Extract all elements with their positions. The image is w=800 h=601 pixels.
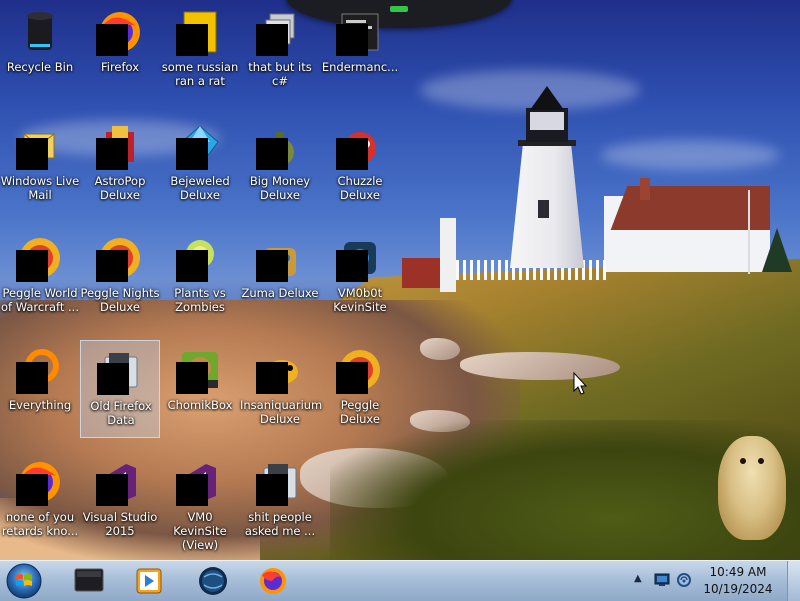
redaction-block	[176, 362, 208, 394]
hamster-sticker	[718, 436, 786, 540]
wallpaper-rock	[420, 338, 460, 360]
desktop-icon[interactable]: that but its c#	[240, 2, 320, 100]
redaction-block	[96, 24, 128, 56]
desktop-icon-label: Chuzzle Deluxe	[337, 174, 383, 202]
redaction-block	[16, 138, 48, 170]
redaction-block	[176, 250, 208, 282]
desktop-icon-label: Insaniquarium Deluxe	[240, 398, 323, 426]
desktop-icon-label: AstroPop Deluxe	[94, 174, 146, 202]
wallpaper-cloud	[420, 70, 640, 110]
clock-date[interactable]: 10/19/2024	[698, 582, 778, 596]
redaction-block	[16, 474, 48, 506]
desktop-icon[interactable]: Peggle Deluxe	[320, 340, 400, 438]
desktop-icon[interactable]: Bejeweled Deluxe	[160, 116, 240, 214]
desktop-icon-label: some russian ran a rat	[161, 60, 239, 88]
redaction-block	[336, 250, 368, 282]
redaction-block	[256, 138, 288, 170]
desktop-icon-label: Zuma Deluxe	[241, 286, 319, 300]
chevron-up-icon[interactable]: ▲	[634, 573, 642, 584]
desktop-icon[interactable]: Plants vs Zombies	[160, 228, 240, 326]
desktop-icon[interactable]: Peggle Nights Deluxe	[80, 228, 160, 326]
redaction-block	[256, 362, 288, 394]
redaction-block	[96, 250, 128, 282]
desktop-icon-label: Peggle Deluxe	[340, 398, 380, 426]
desktop-icon[interactable]: shit people asked me ...	[240, 452, 320, 550]
desktop-icon-label: Endermanc...	[321, 60, 399, 74]
lighthouse-window	[538, 200, 549, 218]
wallpaper-roof	[610, 186, 770, 230]
redaction-block	[256, 250, 288, 282]
desktop-icon-label: Big Money Deluxe	[249, 174, 311, 202]
redaction-block	[256, 474, 288, 506]
desktop-icon[interactable]: Chuzzle Deluxe	[320, 116, 400, 214]
desktop-icon[interactable]: Everything	[0, 340, 80, 438]
media-player-icon[interactable]	[122, 563, 176, 599]
desktop-icon[interactable]: Peggle World of Warcraft ...	[0, 228, 80, 326]
desktop-icon-label: that but its c#	[248, 60, 312, 88]
firefox-icon[interactable]	[246, 563, 300, 599]
desktop-icon[interactable]: VM0 KevinSite (View)	[160, 452, 240, 552]
show-desktop-button[interactable]	[787, 561, 800, 601]
desktop-icon-label: Windows Live Mail	[0, 174, 80, 202]
desktop-icon-label: Visual Studio 2015	[82, 510, 158, 538]
desktop-icon[interactable]: VM0b0t KevinSite	[320, 228, 400, 326]
redaction-block	[176, 24, 208, 56]
windows-start-orb-icon[interactable]	[4, 562, 44, 600]
lighthouse-glass	[530, 112, 564, 130]
redaction-block	[336, 24, 368, 56]
desktop-icon[interactable]: esome russian ran a rat	[160, 2, 240, 100]
desktop-icon-label: Plants vs Zombies	[174, 286, 226, 314]
desktop-icon-label: Peggle Nights Deluxe	[80, 286, 160, 314]
app-box-icon[interactable]	[62, 563, 116, 599]
desktop-icon[interactable]: ChomikBox	[160, 340, 240, 438]
wallpaper-spire	[440, 218, 456, 292]
desktop-icon-label: VM0 KevinSite (View)	[173, 510, 227, 552]
wallpaper-cloud	[600, 140, 780, 170]
desktop-icon[interactable]: Firefox	[80, 2, 160, 100]
redaction-block	[256, 24, 288, 56]
system-tray: ▲ 10:49 AM 10/19/2024	[634, 561, 800, 601]
redaction-block	[176, 138, 208, 170]
redaction-block	[96, 138, 128, 170]
desktop-icon[interactable]: Insaniquarium Deluxe	[240, 340, 323, 438]
redaction-block	[16, 362, 48, 394]
desktop-icon-label: ChomikBox	[167, 398, 233, 412]
wallpaper-chimney	[640, 178, 650, 200]
wallpaper-flagpole	[748, 190, 750, 274]
redaction-block	[16, 250, 48, 282]
desktop-icon[interactable]: Zuma Deluxe	[240, 228, 320, 326]
clock-time[interactable]: 10:49 AM	[698, 565, 778, 579]
redaction-block	[176, 474, 208, 506]
desktop-icon[interactable]: Old Firefox Data	[80, 340, 160, 438]
wallpaper-shed	[402, 258, 440, 288]
desktop-icon[interactable]: Windows Live Mail	[0, 116, 80, 214]
taskbar: ▲ 10:49 AM 10/19/2024	[0, 560, 800, 601]
redaction-block	[336, 138, 368, 170]
desktop-icon-label: Recycle Bin	[6, 60, 74, 74]
action-center-icon[interactable]	[654, 573, 670, 587]
desktop-icon[interactable]: none of you retards kno...	[0, 452, 80, 550]
desktop-icon-label: shit people asked me ...	[244, 510, 316, 538]
network-icon[interactable]	[676, 573, 692, 587]
redaction-block	[97, 363, 129, 395]
redaction-block	[96, 474, 128, 506]
desktop-icon[interactable]: Visual Studio 2015	[80, 452, 160, 550]
desktop-icon-label: Bejeweled Deluxe	[170, 174, 230, 202]
redaction-block	[336, 362, 368, 394]
desktop-icon[interactable]: Recycle Bin	[0, 2, 80, 100]
desktop-icon-label: none of you retards kno...	[1, 510, 79, 538]
globe-icon[interactable]	[186, 563, 240, 599]
wallpaper-rock	[460, 352, 620, 380]
desktop-icon-label: Everything	[8, 398, 72, 412]
desktop-icon-label: Old Firefox Data	[90, 399, 152, 427]
desktop-icon[interactable]: Endermanc...	[320, 2, 400, 100]
desktop-icon-label: VM0b0t KevinSite	[333, 286, 387, 314]
desktop-icon-label: Firefox	[100, 60, 140, 74]
desktop-icon[interactable]: Big Money Deluxe	[240, 116, 320, 214]
desktop-icon[interactable]: AstroPop Deluxe	[80, 116, 160, 214]
recycle-bin-icon	[27, 12, 53, 50]
desktop-icon-label: Peggle World of Warcraft ...	[1, 286, 79, 314]
mouse-cursor-icon	[573, 372, 588, 395]
